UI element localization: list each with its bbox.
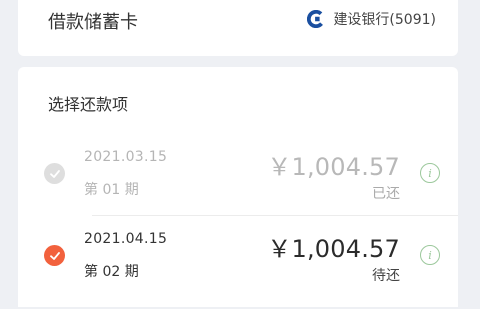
- debit-card-label: 借款储蓄卡: [48, 12, 138, 33]
- row-divider: [92, 215, 458, 216]
- installment-amount: ￥1,004.57: [267, 153, 400, 181]
- installment-amount: ￥1,004.57: [267, 235, 400, 263]
- installment-date: 2021.03.15: [84, 149, 168, 165]
- installment-date: 2021.04.15: [84, 231, 168, 247]
- selected-check-icon[interactable]: [44, 245, 65, 266]
- bank-selector[interactable]: 建设银行(5091): [307, 9, 436, 29]
- installment-status: 待还: [372, 268, 400, 284]
- info-icon[interactable]: i: [420, 163, 440, 183]
- repayment-item[interactable]: 2021.04.15 第 02 期 ￥1,004.57 待还 i: [18, 229, 458, 309]
- bank-name: 建设银行(5091): [333, 12, 436, 28]
- info-icon[interactable]: i: [420, 245, 440, 265]
- repayment-panel: 选择还款项 2021.03.15 第 01 期 ￥1,004.57 已还 i 2…: [18, 67, 458, 307]
- installment-period: 第 02 期: [84, 264, 139, 280]
- debit-card-panel[interactable]: 借款储蓄卡 建设银行(5091): [18, 0, 458, 56]
- installment-status: 已还: [372, 186, 400, 202]
- section-title: 选择还款项: [48, 95, 129, 114]
- paid-check-icon: [44, 163, 65, 184]
- installment-period: 第 01 期: [84, 182, 139, 198]
- ccb-bank-logo-icon: [307, 10, 326, 28]
